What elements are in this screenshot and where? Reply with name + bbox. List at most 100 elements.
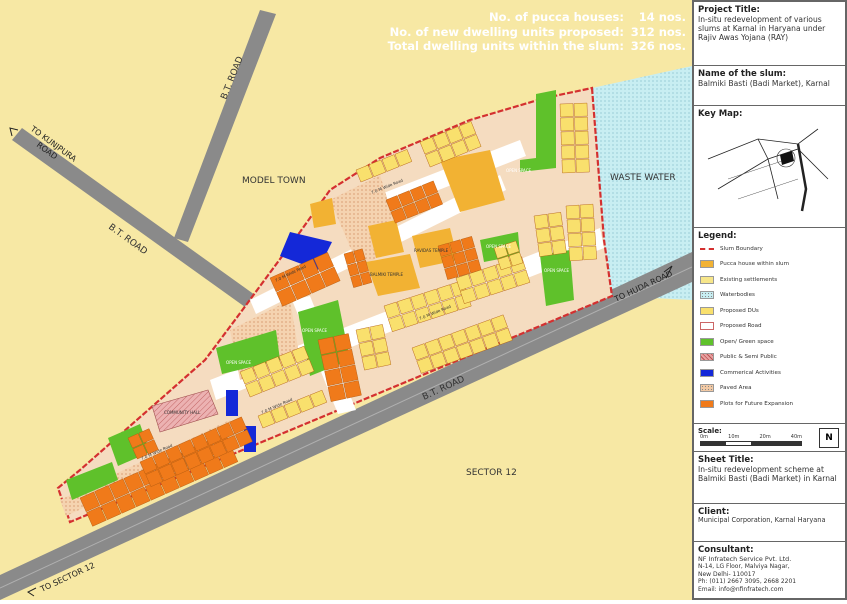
proposed-du: [375, 351, 392, 368]
label-balmiki-temple: BALMIKI TEMPLE: [370, 272, 403, 277]
legend-list: Slum Boundary Pucca house within slum Exis…: [698, 241, 841, 412]
legend-label: Pucca house within slum: [720, 261, 790, 268]
label-open-space-2: OPEN SPACE: [544, 268, 570, 273]
legend-swatch: [700, 368, 714, 377]
legend-label: Proposed DUs: [720, 307, 759, 314]
scale-tick: 10m: [728, 434, 740, 440]
legend-swatch: [700, 384, 714, 393]
client-text: Municipal Corporation, Karnal Haryana: [698, 516, 826, 524]
legend-swatch: [700, 353, 714, 362]
key-map-section: Key Map:: [694, 106, 845, 228]
legend-item: Commerical Activities: [698, 365, 841, 381]
label-model-town: MODEL TOWN: [242, 176, 306, 186]
commercial-block-2: [226, 390, 238, 416]
scale-tick: 20m: [759, 434, 771, 440]
future-plot: [317, 336, 337, 355]
legend-heading: Legend:: [698, 231, 737, 241]
stat-value: 14 nos.: [638, 10, 686, 24]
legend-item: Slum Boundary: [698, 241, 841, 257]
proposed-du: [355, 327, 372, 343]
proposed-du: [573, 102, 588, 117]
green-space-2: [540, 250, 574, 306]
label-waste-water: WASTE WATER: [610, 173, 676, 183]
legend-item: Pucca house within slum: [698, 257, 841, 273]
consultant-name: NF Infratech Service Pvt. Ltd.: [698, 555, 792, 563]
proposed-du: [574, 130, 589, 145]
future-plot: [324, 367, 343, 387]
legend-item: Public & Semi Public: [698, 350, 841, 366]
key-map-sketch: [707, 128, 829, 212]
scale-section: Scale: 0m 10m 20m 40m N: [694, 424, 845, 452]
proposed-du: [372, 337, 389, 354]
stat-row: No. of pucca houses: 14 nos.: [388, 10, 686, 25]
stat-row: Total dwelling units within the slum: 326…: [388, 39, 686, 54]
proposed-du: [559, 103, 574, 118]
proposed-du: [549, 225, 565, 242]
key-map-site-marker: [780, 151, 794, 165]
label-ravidas-temple: RAVIDAS TEMPLE: [414, 248, 449, 253]
sheet-heading: Sheet Title:: [698, 455, 754, 465]
future-plot: [327, 383, 347, 402]
proposed-du: [561, 145, 576, 160]
scale-tick: 40m: [790, 434, 802, 440]
consultant-address-1: N-14, LG Floor, Malviya Nagar,: [698, 563, 790, 570]
slum-name-section: Name of the slum: Balmiki Basti (Badi Ma…: [694, 66, 845, 106]
proposed-du: [361, 354, 378, 371]
legend-label: Public & Semi Public: [720, 354, 777, 361]
site-map: B.T. ROAD B.T. ROAD B.T. ROAD MODEL TOWN…: [0, 0, 693, 600]
label-open-space-1: OPEN SPACE: [506, 168, 532, 173]
consultant-address-2: New Delhi- 110017: [698, 570, 756, 578]
legend-label: Waterbodies: [720, 292, 755, 299]
proposed-du: [567, 232, 583, 248]
legend-item: Proposed DUs: [698, 303, 841, 319]
proposed-du: [566, 218, 582, 234]
label-open-space-4: OPEN SPACE: [302, 328, 328, 333]
stat-label: Total dwelling units within the slum:: [387, 39, 624, 53]
legend-item: Paved Area: [698, 381, 841, 397]
proposed-du: [551, 239, 567, 255]
proposed-du: [561, 159, 576, 174]
legend-label: Commerical Activities: [720, 369, 781, 376]
legend-section: Legend: Slum Boundary Pucca house within …: [694, 228, 845, 424]
client-section: Client: Municipal Corporation, Karnal Ha…: [694, 504, 845, 542]
future-plot: [333, 333, 352, 352]
title-block-panel: Project Title: In-situ redevelopment of …: [692, 0, 847, 600]
legend-item: Open/ Green space: [698, 334, 841, 350]
future-plot: [340, 364, 359, 383]
consultant-email: Email: info@nfinfratech.com: [698, 585, 784, 593]
proposed-du: [535, 227, 551, 243]
legend-label: Existing settlements: [720, 276, 778, 283]
proposed-du: [547, 212, 563, 228]
proposed-du: [560, 117, 575, 132]
project-title-heading: Project Title:: [698, 5, 760, 15]
legend-swatch: [700, 260, 714, 269]
legend-swatch: [700, 291, 714, 300]
proposed-du: [537, 241, 553, 257]
proposed-du: [579, 203, 595, 219]
proposed-du: [369, 324, 386, 341]
proposed-du: [358, 340, 375, 357]
legend-swatch: [700, 306, 714, 315]
sheet-title-section: Sheet Title: In-situ redevelopment schem…: [694, 452, 845, 504]
consultant-heading: Consultant:: [698, 545, 754, 555]
north-label: N: [825, 433, 833, 443]
proposed-du: [565, 204, 581, 220]
proposed-du: [575, 144, 590, 159]
scale-bar: 0m 10m 20m 40m: [700, 434, 802, 448]
consultant-section: Consultant: NF Infratech Service Pvt. Lt…: [694, 542, 845, 598]
stat-row: No. of new dwelling units proposed: 312 n…: [388, 25, 686, 40]
future-plot: [343, 380, 362, 399]
future-plot: [321, 352, 340, 371]
north-arrow-icon: N: [819, 428, 839, 448]
legend-label: Open/ Green space: [720, 338, 774, 345]
legend-swatch: [700, 247, 714, 250]
proposed-du: [580, 217, 596, 233]
consultant-phone: Ph: (011) 2667 3095, 2668 2201: [698, 578, 797, 585]
project-title-text: In-situ redevelopment of various slums a…: [698, 15, 826, 43]
legend-swatch: [700, 337, 714, 346]
scale-tick: 0m: [700, 434, 709, 440]
future-plot: [336, 348, 356, 368]
legend-item: Plots for Future Expansion: [698, 396, 841, 412]
proposed-du: [581, 231, 597, 247]
label-sector-12: SECTOR 12: [466, 468, 517, 478]
